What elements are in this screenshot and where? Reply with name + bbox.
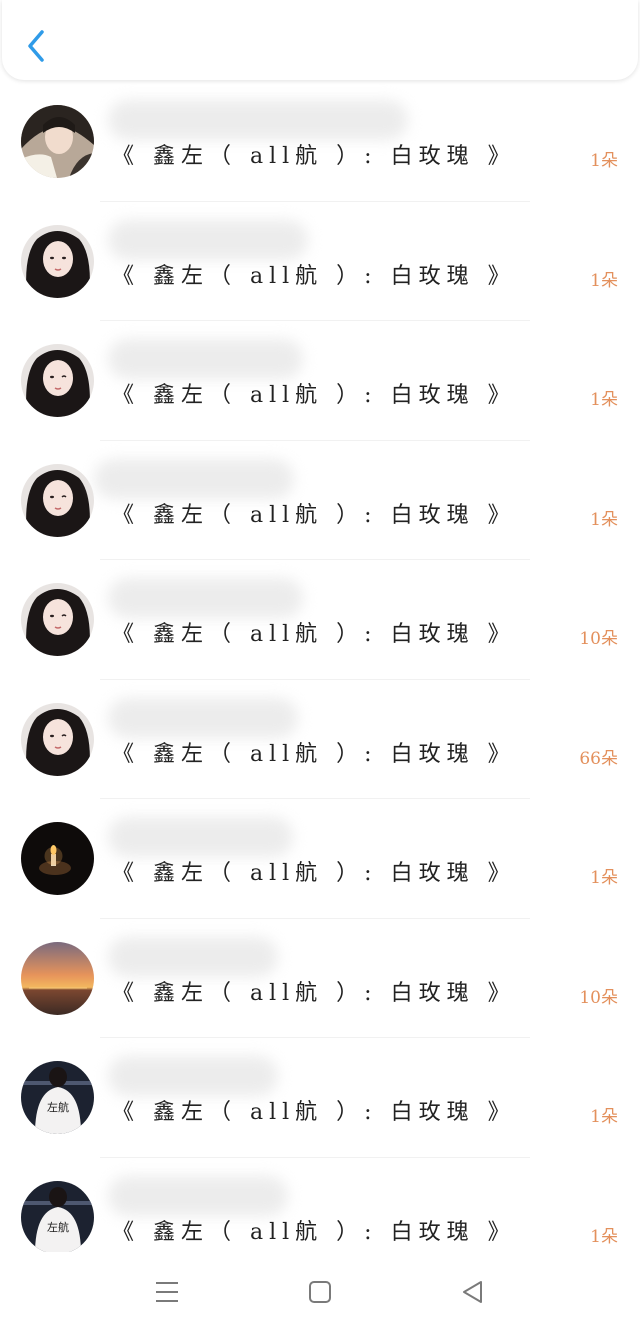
list-item[interactable]: 《 鑫左（ all航 ）: 白玫瑰 》 1朵 xyxy=(0,799,640,919)
svg-text:左航: 左航 xyxy=(47,1100,69,1114)
menu-button[interactable] xyxy=(149,1274,185,1310)
list-item[interactable]: 《 鑫左（ all航 ）: 白玫瑰 》 1朵 xyxy=(0,321,640,441)
home-square-icon xyxy=(309,1281,331,1303)
avatar[interactable] xyxy=(21,583,94,656)
name-blurred xyxy=(108,100,408,140)
item-title: 《 鑫左（ all航 ）: 白玫瑰 》 xyxy=(112,502,516,528)
gift-list: 《 鑫左（ all航 ）: 白玫瑰 》 1朵 《 鑫左（ all航 ）: 白玫瑰… xyxy=(0,82,640,1277)
avatar[interactable]: 左航 xyxy=(21,1180,94,1254)
avatar[interactable] xyxy=(21,941,94,1015)
item-count: 1朵 xyxy=(590,390,618,410)
list-item[interactable]: 《 鑫左（ all航 ）: 白玫瑰 》 1朵 xyxy=(0,202,640,321)
item-count: 1朵 xyxy=(590,868,618,888)
page: 《 鑫左（ all航 ）: 白玫瑰 》 1朵 《 鑫左（ all航 ）: 白玫瑰… xyxy=(0,0,640,1329)
name-blurred xyxy=(108,578,303,618)
svg-text:左航: 左航 xyxy=(47,1220,69,1234)
item-count: 10朵 xyxy=(579,987,618,1008)
name-blurred xyxy=(108,936,278,977)
name-blurred xyxy=(94,458,294,499)
list-item[interactable]: 左航 《 鑫左（ all航 ）: 白玫瑰 》 1朵 xyxy=(0,1038,640,1158)
item-title: 《 鑫左（ all航 ）: 白玫瑰 》 xyxy=(112,383,516,408)
home-button[interactable] xyxy=(302,1274,338,1310)
name-blurred xyxy=(108,817,293,857)
back-button[interactable] xyxy=(20,26,56,66)
item-title: 《 鑫左（ all航 ）: 白玫瑰 》 xyxy=(112,263,516,289)
list-item[interactable]: 《 鑫左（ all航 ）: 白玫瑰 》 1朵 xyxy=(0,441,640,560)
item-count: 1朵 xyxy=(590,509,618,530)
list-item[interactable]: 《 鑫左（ all航 ）: 白玫瑰 》 10朵 xyxy=(0,919,640,1038)
avatar[interactable] xyxy=(21,822,94,895)
item-count: 1朵 xyxy=(590,1226,618,1247)
nav-back-button[interactable] xyxy=(455,1274,491,1310)
item-title: 《 鑫左（ all航 ）: 白玫瑰 》 xyxy=(112,861,516,886)
back-triangle-icon xyxy=(463,1281,482,1303)
list-item[interactable]: 《 鑫左（ all航 ）: 白玫瑰 》 10朵 xyxy=(0,560,640,680)
name-blurred xyxy=(108,697,298,738)
avatar[interactable] xyxy=(21,105,94,178)
avatar[interactable]: 左航 xyxy=(21,1061,94,1134)
name-blurred xyxy=(108,339,303,379)
avatar[interactable] xyxy=(21,702,94,776)
item-count: 1朵 xyxy=(590,151,618,171)
item-title: 《 鑫左（ all航 ）: 白玫瑰 》 xyxy=(112,144,516,169)
name-blurred xyxy=(108,1056,278,1096)
menu-icon xyxy=(156,1282,178,1302)
item-title: 《 鑫左（ all航 ）: 白玫瑰 》 xyxy=(112,1219,516,1245)
name-blurred xyxy=(108,219,308,260)
header-bar xyxy=(2,0,638,80)
avatar[interactable] xyxy=(21,463,94,537)
list-item[interactable]: 《 鑫左（ all航 ）: 白玫瑰 》 66朵 xyxy=(0,680,640,799)
avatar[interactable] xyxy=(21,224,94,298)
system-navbar xyxy=(0,1252,640,1329)
avatar[interactable] xyxy=(21,344,94,417)
name-blurred xyxy=(108,1175,288,1216)
list-item[interactable]: 《 鑫左（ all航 ）: 白玫瑰 》 1朵 xyxy=(0,82,640,202)
item-count: 66朵 xyxy=(579,748,618,769)
item-count: 10朵 xyxy=(579,629,618,649)
item-title: 《 鑫左（ all航 ）: 白玫瑰 》 xyxy=(112,980,516,1006)
item-count: 1朵 xyxy=(590,270,618,291)
chevron-left-icon xyxy=(28,30,44,62)
item-count: 1朵 xyxy=(590,1107,618,1127)
item-title: 《 鑫左（ all航 ）: 白玫瑰 》 xyxy=(112,741,516,767)
item-title: 《 鑫左（ all航 ）: 白玫瑰 》 xyxy=(112,1100,516,1125)
item-title: 《 鑫左（ all航 ）: 白玫瑰 》 xyxy=(112,622,516,647)
